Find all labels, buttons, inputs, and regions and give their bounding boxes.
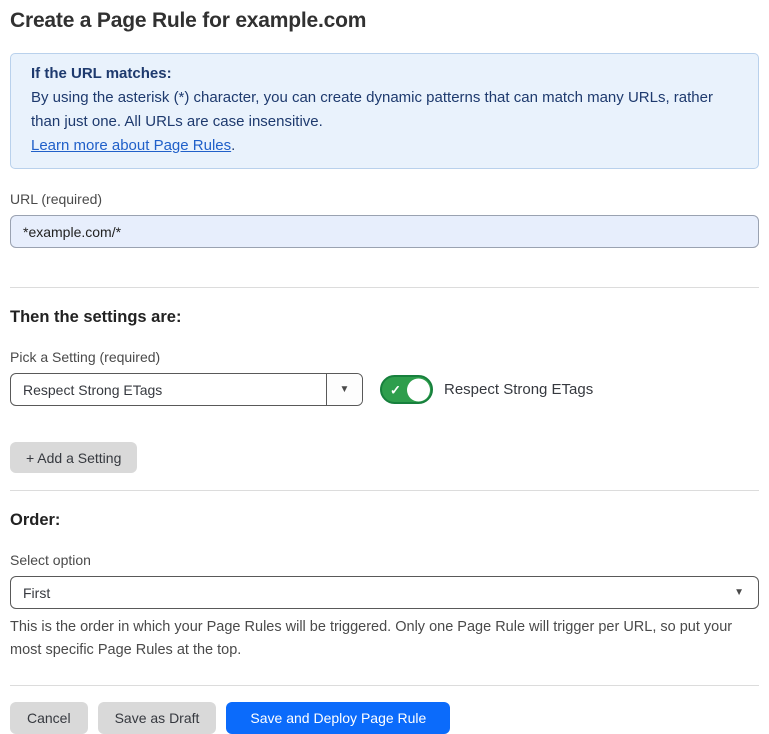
info-box-body: By using the asterisk (*) character, you… [31, 86, 738, 134]
url-match-info-box: If the URL matches: By using the asteris… [10, 53, 759, 169]
footer-actions: Cancel Save as Draft Save and Deploy Pag… [10, 702, 759, 734]
order-select-label: Select option [10, 552, 759, 568]
order-select[interactable]: First ▼ [10, 576, 759, 609]
chevron-down-icon: ▼ [340, 384, 350, 395]
toggle-check-icon: ✓ [390, 383, 401, 396]
setting-dropdown-value: Respect Strong ETags [11, 374, 326, 405]
order-select-value: First [23, 585, 50, 601]
save-as-draft-button[interactable]: Save as Draft [98, 702, 217, 734]
section-divider [10, 490, 759, 491]
info-link-line: Learn more about Page Rules. [31, 134, 738, 158]
learn-more-link[interactable]: Learn more about Page Rules [31, 137, 231, 154]
setting-toggle[interactable]: ✓ [380, 375, 433, 404]
order-help-text: This is the order in which your Page Rul… [10, 616, 755, 662]
settings-section-heading: Then the settings are: [10, 308, 759, 327]
page-rule-form: Create a Page Rule for example.com If th… [0, 0, 769, 734]
section-divider [10, 287, 759, 288]
footer-divider [10, 685, 759, 686]
url-field-label: URL (required) [10, 191, 759, 207]
order-section-heading: Order: [10, 511, 759, 530]
toggle-label: Respect Strong ETags [444, 381, 593, 398]
cancel-button[interactable]: Cancel [10, 702, 88, 734]
info-box-heading: If the URL matches: [31, 62, 738, 86]
save-and-deploy-button[interactable]: Save and Deploy Page Rule [226, 702, 450, 734]
setting-dropdown[interactable]: Respect Strong ETags ▼ [10, 373, 363, 406]
setting-row: Respect Strong ETags ▼ ✓ Respect Strong … [10, 373, 759, 406]
toggle-knob [407, 378, 430, 401]
url-input[interactable] [10, 215, 759, 248]
select-chevron-icon: ▼ [734, 587, 744, 598]
link-period: . [231, 137, 235, 154]
add-setting-button[interactable]: + Add a Setting [10, 442, 137, 473]
page-title: Create a Page Rule for example.com [10, 0, 759, 33]
pick-setting-label: Pick a Setting (required) [10, 349, 759, 365]
setting-dropdown-arrow-button[interactable]: ▼ [326, 374, 362, 405]
